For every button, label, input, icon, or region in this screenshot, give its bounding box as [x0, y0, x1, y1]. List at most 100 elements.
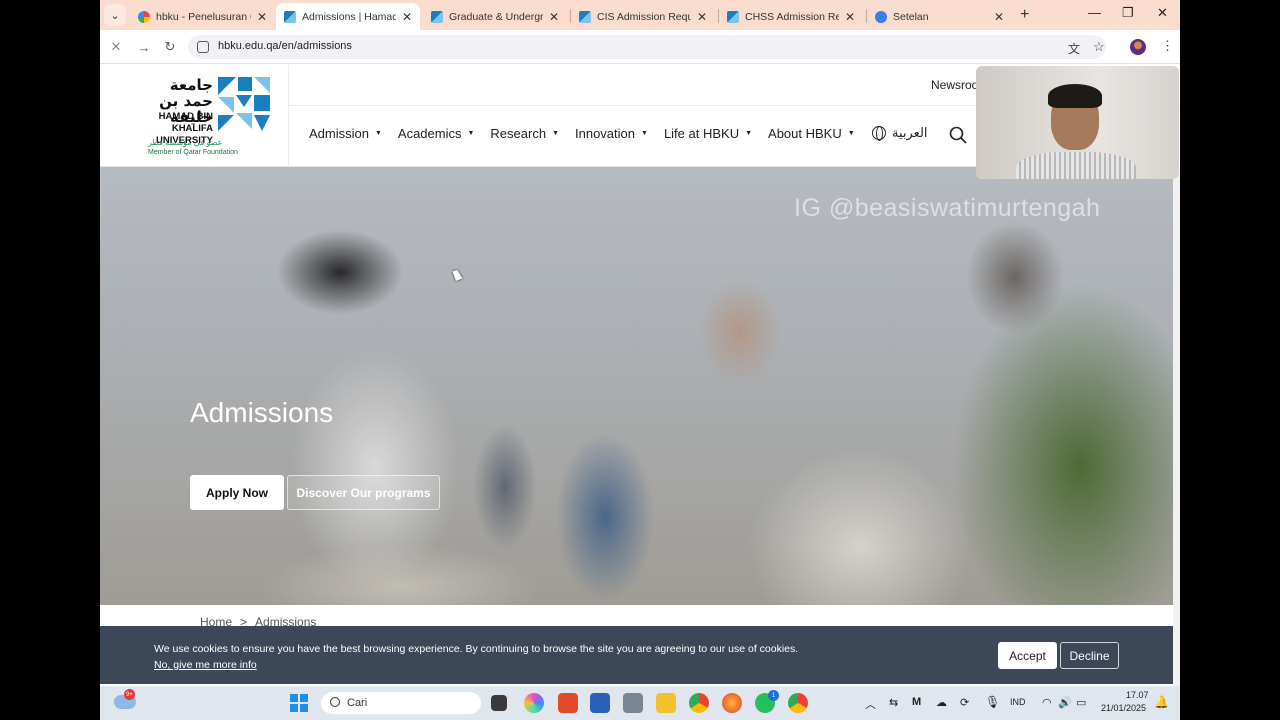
- tab-title: Admissions | Hamad Bi: [302, 10, 396, 23]
- taskbar-search[interactable]: Cari: [321, 692, 481, 714]
- cookie-more-info-link[interactable]: No, give me more info: [154, 659, 257, 671]
- battery-icon[interactable]: ▭: [1076, 696, 1086, 709]
- page-scrollbar[interactable]: [1173, 167, 1180, 686]
- hbku-icon: [727, 10, 739, 23]
- windows-start-icon[interactable]: [290, 694, 308, 712]
- close-icon[interactable]: ✕: [994, 10, 1004, 24]
- tab-settings[interactable]: Setelan ✕: [867, 3, 1012, 30]
- show-hidden-icons-icon[interactable]: ︿: [865, 696, 876, 712]
- newsroom-link[interactable]: Newsroo: [931, 78, 978, 92]
- tray-chart-icon[interactable]: M: [912, 696, 921, 708]
- url-text[interactable]: hbku.edu.qa/en/admissions: [218, 40, 352, 52]
- language-switch[interactable]: العربية: [872, 125, 928, 141]
- hbku-icon: [431, 10, 443, 23]
- hbku-icon: [579, 10, 591, 23]
- wifi-icon[interactable]: ◠: [1042, 696, 1052, 709]
- apply-now-button[interactable]: Apply Now: [190, 475, 284, 510]
- tab-graduate-undergrad[interactable]: Graduate & Undergrad ✕: [423, 3, 567, 30]
- translate-icon[interactable]: 文: [1068, 40, 1080, 57]
- clock-date[interactable]: 21/01/2025: [1101, 703, 1146, 713]
- tray-app-icon[interactable]: ⇆: [889, 696, 898, 709]
- main-nav: Admission ▼ Academics ▼ Research ▼ Innovati…: [309, 126, 871, 141]
- logo-qf-english: Member of Qatar Foundation: [148, 149, 238, 156]
- close-icon[interactable]: ✕: [257, 10, 267, 24]
- maximize-button[interactable]: ❐: [1122, 5, 1134, 21]
- discover-programs-button[interactable]: Discover Our programs: [287, 475, 440, 510]
- address-bar[interactable]: hbku.edu.qa/en/admissions: [188, 35, 1106, 59]
- hbku-logo[interactable]: جامعة حمد بن خليفة HAMAD BIN KHALIFA UNI…: [118, 73, 273, 163]
- clock-time[interactable]: 17.07: [1126, 690, 1149, 700]
- caret-down-icon: ▼: [374, 130, 382, 137]
- stop-loading-icon[interactable]: ✕: [106, 37, 126, 57]
- nav-label: Academics: [397, 126, 462, 141]
- watermark-text: IG @beasiswatimurtengah: [794, 194, 1101, 222]
- nav-item-life-at-hbku[interactable]: Life at HBKU ▼: [664, 126, 752, 141]
- notification-bell-icon[interactable]: 🔔: [1154, 695, 1169, 709]
- tab-admissions[interactable]: Admissions | Hamad Bi ✕: [276, 3, 420, 30]
- chrome-profile-icon[interactable]: [788, 693, 808, 713]
- nav-item-about-hbku[interactable]: About HBKU ▼: [768, 126, 855, 141]
- close-icon[interactable]: ✕: [402, 10, 412, 24]
- hero-banner: IG @beasiswatimurtengah Admissions Apply…: [100, 167, 1173, 605]
- firefox-icon[interactable]: [722, 693, 742, 713]
- logo-qf-arabic: عضو في مؤسسة قطر: [148, 138, 223, 147]
- settings-app-icon[interactable]: [623, 693, 643, 713]
- search-icon[interactable]: [948, 125, 968, 145]
- header-divider: [288, 65, 289, 167]
- mail-app-icon[interactable]: [590, 693, 610, 713]
- nav-item-research[interactable]: Research ▼: [490, 126, 559, 141]
- office-icon[interactable]: [558, 693, 578, 713]
- nav-label: Research: [490, 126, 547, 141]
- tray-sync-icon[interactable]: ⟳: [960, 696, 969, 709]
- new-tab-button[interactable]: +: [1020, 6, 1029, 24]
- tab-title: CIS Admission Requirem: [597, 10, 691, 23]
- nav-item-admission[interactable]: Admission ▼: [309, 126, 382, 141]
- language-label: العربية: [892, 125, 928, 140]
- reload-icon[interactable]: ↻: [160, 37, 180, 57]
- volume-icon[interactable]: 🔊: [1058, 696, 1072, 709]
- microphone-icon[interactable]: 🎙: [985, 695, 1000, 709]
- minimize-button[interactable]: —: [1088, 5, 1101, 20]
- logo-english-line1: HAMAD BIN KHALIFA: [158, 111, 213, 134]
- tab-title: Setelan: [893, 10, 929, 23]
- forward-icon[interactable]: →: [134, 37, 154, 57]
- tab-google-search[interactable]: hbku - Penelusuran Go ✕: [130, 3, 275, 30]
- whatsapp-badge: 1: [768, 690, 779, 701]
- task-view-icon[interactable]: [491, 695, 507, 711]
- caret-down-icon: ▼: [745, 130, 753, 137]
- chrome-icon[interactable]: [689, 693, 709, 713]
- onedrive-icon[interactable]: ☁: [936, 696, 947, 709]
- screen: ⌄ hbku - Penelusuran Go ✕ Admissions | H…: [0, 0, 1280, 720]
- tab-title: CHSS Admission Requir: [745, 10, 839, 23]
- decline-cookies-button[interactable]: Decline: [1060, 642, 1119, 669]
- nav-item-innovation[interactable]: Innovation ▼: [575, 126, 648, 141]
- hero-overlay: [100, 167, 1173, 605]
- profile-avatar[interactable]: [1130, 39, 1146, 55]
- bookmark-star-icon[interactable]: ☆: [1093, 39, 1105, 55]
- cookie-message: We use cookies to ensure you have the be…: [154, 643, 799, 655]
- caret-down-icon: ▼: [641, 130, 648, 137]
- copilot-icon[interactable]: [524, 693, 544, 713]
- close-window-button[interactable]: ✕: [1157, 5, 1168, 21]
- close-icon[interactable]: ✕: [697, 10, 707, 24]
- menu-kebab-icon[interactable]: ⋮: [1161, 38, 1174, 54]
- close-icon[interactable]: ✕: [549, 10, 559, 24]
- search-icon: [330, 697, 340, 707]
- accept-cookies-button[interactable]: Accept: [998, 642, 1057, 669]
- gear-icon: [875, 10, 887, 23]
- tab-search-button[interactable]: ⌄: [104, 4, 126, 26]
- site-settings-icon[interactable]: [197, 41, 209, 53]
- hero-title: Admissions: [190, 397, 334, 428]
- presenter-body: [1016, 152, 1136, 179]
- nav-label: Innovation: [575, 126, 635, 141]
- tab-chss-admission[interactable]: CHSS Admission Requir ✕: [719, 3, 863, 30]
- file-explorer-icon[interactable]: [656, 693, 676, 713]
- nav-item-academics[interactable]: Academics ▼: [398, 126, 475, 141]
- weather-badge: 9+: [124, 689, 135, 700]
- nav-label: Life at HBKU: [663, 126, 740, 141]
- tab-title: hbku - Penelusuran Go: [156, 10, 251, 23]
- cookie-banner: We use cookies to ensure you have the be…: [100, 626, 1173, 684]
- input-language[interactable]: IND: [1010, 697, 1026, 707]
- tab-cis-admission[interactable]: CIS Admission Requirem ✕: [571, 3, 715, 30]
- close-icon[interactable]: ✕: [845, 10, 855, 24]
